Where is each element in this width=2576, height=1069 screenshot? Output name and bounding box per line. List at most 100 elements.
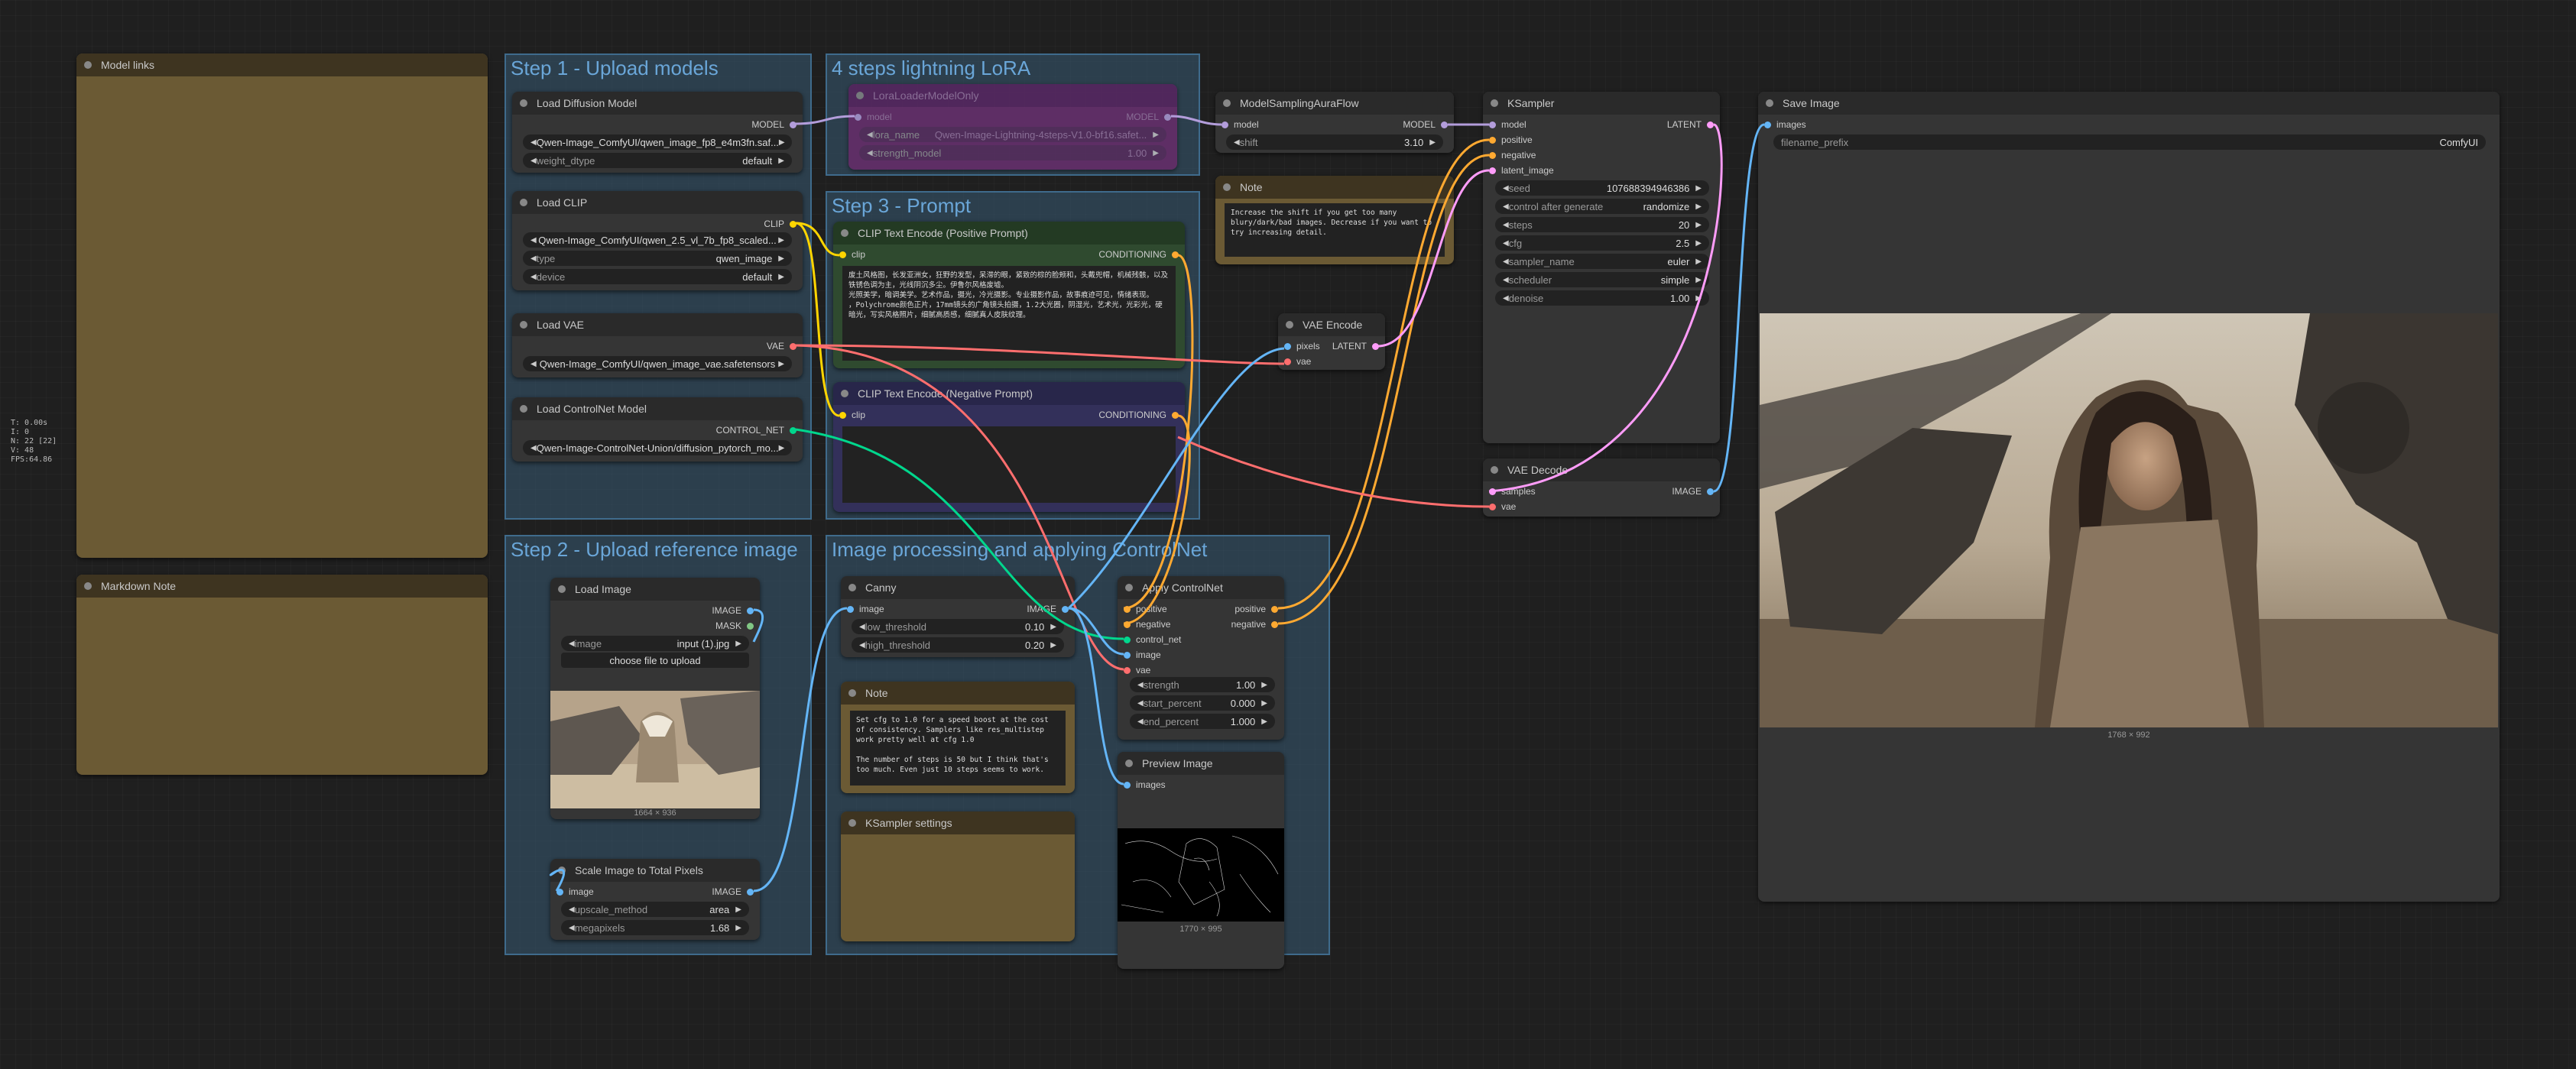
control-after-generate-widget[interactable]: ◀ control after generate randomize ▶ (1495, 199, 1709, 214)
collapse-dot-icon[interactable] (520, 99, 527, 107)
node-positive-prompt[interactable]: CLIP Text Encode (Positive Prompt) clip … (833, 222, 1185, 368)
output-image[interactable]: IMAGE (1672, 486, 1714, 497)
controlnet-name-combo[interactable]: ◀ Qwen-Image-ControlNet-Union/diffusion_p… (523, 440, 792, 455)
input-vae[interactable]: vae (1124, 665, 1150, 675)
input-image[interactable]: image (556, 886, 594, 897)
input-image[interactable]: image (847, 604, 884, 614)
collapse-dot-icon[interactable] (1766, 99, 1773, 107)
group-title[interactable]: 4 steps lightning LoRA (832, 57, 1030, 80)
group-title[interactable]: Step 2 - Upload reference image (511, 538, 798, 562)
note-ksampler-settings[interactable]: KSampler settings (841, 811, 1075, 941)
collapse-dot-icon[interactable] (841, 390, 848, 397)
node-preview-image[interactable]: Preview Image images 1770 × 995 (1118, 752, 1284, 969)
input-positive[interactable]: positive (1489, 134, 1533, 145)
node-load-diffusion-model[interactable]: Load Diffusion Model MODEL ◀ Qwen-Image_C… (512, 92, 803, 173)
output-image[interactable]: IMAGE (1027, 604, 1069, 614)
collapse-dot-icon[interactable] (1286, 321, 1293, 329)
upscale-method-combo[interactable]: ◀ upscale_method area ▶ (561, 902, 749, 917)
denoise-widget[interactable]: ◀ denoise 1.00 ▶ (1495, 290, 1709, 306)
node-negative-prompt[interactable]: CLIP Text Encode (Negative Prompt) clip … (833, 382, 1185, 512)
node-load-controlnet[interactable]: Load ControlNet Model CONTROL_NET ◀ Qwen-… (512, 397, 803, 462)
node-vae-decode[interactable]: VAE Decode samples vae IMAGE (1483, 458, 1720, 517)
filename-prefix-field[interactable]: filename_prefix ComfyUI (1773, 134, 2486, 150)
input-model[interactable]: model (1489, 119, 1526, 130)
collapse-dot-icon[interactable] (84, 582, 92, 590)
collapse-dot-icon[interactable] (1125, 584, 1133, 591)
output-clip[interactable]: CLIP (764, 219, 796, 229)
output-conditioning[interactable]: CONDITIONING (1098, 249, 1179, 260)
clip-device-combo[interactable]: ◀ device default ▶ (523, 269, 792, 284)
note-model-links[interactable]: Model links (76, 53, 488, 558)
scheduler-widget[interactable]: ◀ scheduler simple ▶ (1495, 272, 1709, 287)
choose-file-button[interactable]: choose file to upload (561, 653, 749, 668)
collapse-dot-icon[interactable] (1491, 466, 1498, 474)
node-ksampler[interactable]: KSampler model positive negative latent_… (1483, 92, 1720, 443)
input-images[interactable]: images (1764, 119, 1806, 130)
output-conditioning[interactable]: CONDITIONING (1098, 410, 1179, 420)
node-scale-image[interactable]: Scale Image to Total Pixels image IMAGE … (550, 859, 760, 940)
output-model[interactable]: MODEL (1403, 119, 1448, 130)
node-apply-controlnet[interactable]: Apply ControlNet positive negative contr… (1118, 576, 1284, 740)
strength-slider[interactable]: ◀ strength 1.00 ▶ (1130, 677, 1275, 692)
megapixels-slider[interactable]: ◀ megapixels 1.68 ▶ (561, 920, 749, 935)
output-image[interactable]: IMAGE (712, 886, 754, 897)
weight-dtype-combo[interactable]: ◀ weight_dtype default ▶ (523, 153, 792, 168)
output-positive[interactable]: positive (1234, 604, 1278, 614)
input-model[interactable]: model (855, 112, 892, 122)
input-model[interactable]: model (1221, 119, 1259, 130)
clip-name-combo[interactable]: ◀ Qwen-Image_ComfyUI/qwen_2.5_vl_7b_fp8_s… (523, 232, 792, 248)
collapse-dot-icon[interactable] (520, 321, 527, 329)
collapse-dot-icon[interactable] (558, 585, 566, 593)
input-image[interactable]: image (1124, 649, 1161, 660)
input-clip[interactable]: clip (839, 249, 865, 260)
input-samples[interactable]: samples (1489, 486, 1536, 497)
note-cfg[interactable]: Note Set cfg to 1.0 for a speed boost at… (841, 682, 1075, 793)
end-percent-slider[interactable]: ◀ end_percent 1.000 ▶ (1130, 714, 1275, 729)
high-threshold-slider[interactable]: ◀ high_threshold 0.20 ▶ (852, 637, 1064, 653)
output-model[interactable]: MODEL (751, 119, 796, 130)
input-latent-image[interactable]: latent_image (1489, 165, 1554, 176)
output-negative[interactable]: negative (1231, 619, 1278, 630)
collapse-dot-icon[interactable] (1491, 99, 1498, 107)
node-canvas[interactable]: T: 0.00s I: 0 N: 22 [22] V: 48 FPS:64.86… (0, 0, 2576, 1069)
note-textarea[interactable]: Set cfg to 1.0 for a speed boost at the … (850, 711, 1066, 786)
group-title[interactable]: Step 1 - Upload models (511, 57, 719, 80)
note-markdown[interactable]: Markdown Note (76, 575, 488, 775)
output-latent[interactable]: LATENT (1332, 341, 1379, 351)
output-image-preview[interactable] (1760, 313, 2498, 727)
positive-prompt-textarea[interactable]: 废土风格图，长发亚洲女，狂野的发型，呆滞的眼，紧致的棕的脸颊和，头戴兜帽，机械残… (842, 266, 1176, 361)
node-lora-loader[interactable]: LoraLoaderModelOnly model MODEL ◀ lora_na… (848, 84, 1177, 170)
node-load-clip[interactable]: Load CLIP CLIP ◀ Qwen-Image_ComfyUI/qwen_… (512, 191, 803, 290)
input-vae[interactable]: vae (1489, 501, 1516, 512)
node-canny[interactable]: Canny image IMAGE ◀ low_threshold 0.10 ▶ ◀ h… (841, 576, 1075, 657)
strength-model-slider[interactable]: ◀ strength_model 1.00 ▶ (859, 145, 1166, 160)
collapse-dot-icon[interactable] (1223, 183, 1231, 191)
output-mask[interactable]: MASK (715, 620, 754, 631)
input-negative[interactable]: negative (1489, 150, 1536, 160)
input-images[interactable]: images (1124, 779, 1166, 790)
input-negative[interactable]: negative (1124, 619, 1170, 630)
group-title[interactable]: Step 3 - Prompt (832, 194, 971, 218)
node-vae-encode[interactable]: VAE Encode pixels vae LATENT (1278, 313, 1385, 370)
node-load-vae[interactable]: Load VAE VAE ◀ Qwen-Image_ComfyUI/qwen_im… (512, 313, 803, 377)
collapse-dot-icon[interactable] (848, 819, 856, 827)
low-threshold-slider[interactable]: ◀ low_threshold 0.10 ▶ (852, 619, 1064, 634)
collapse-dot-icon[interactable] (848, 689, 856, 697)
output-image[interactable]: IMAGE (712, 605, 754, 616)
collapse-dot-icon[interactable] (1223, 99, 1231, 107)
input-vae[interactable]: vae (1284, 356, 1311, 367)
note-textarea[interactable]: Increase the shift if you get too many b… (1225, 203, 1445, 257)
collapse-dot-icon[interactable] (84, 61, 92, 69)
input-control-net[interactable]: control_net (1124, 634, 1181, 645)
output-latent[interactable]: LATENT (1667, 119, 1714, 130)
lora-name-combo[interactable]: ◀ lora_name Qwen-Image-Lightning-4steps-V1… (859, 127, 1166, 142)
output-model[interactable]: MODEL (1126, 112, 1171, 122)
unet-name-combo[interactable]: ◀ Qwen-Image_ComfyUI/qwen_image_fp8_e4m3f… (523, 134, 792, 150)
output-vae[interactable]: VAE (767, 341, 796, 351)
node-model-sampling-auraflow[interactable]: ModelSamplingAuraFlow model MODEL ◀ shift… (1215, 92, 1454, 153)
collapse-dot-icon[interactable] (841, 229, 848, 237)
sampler-name-widget[interactable]: ◀ sampler_name euler ▶ (1495, 254, 1709, 269)
cfg-widget[interactable]: ◀ cfg 2.5 ▶ (1495, 235, 1709, 251)
collapse-dot-icon[interactable] (520, 199, 527, 206)
node-save-image[interactable]: Save Image images filename_prefix ComfyUI (1758, 92, 2500, 902)
